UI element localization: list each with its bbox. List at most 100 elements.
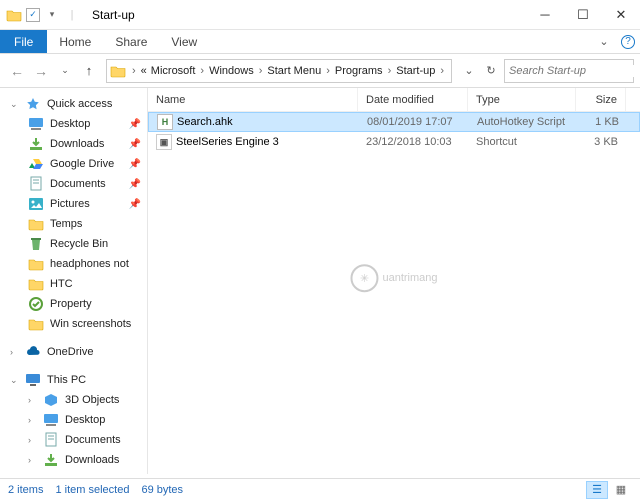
sidebar-item[interactable]: Desktop📌: [0, 114, 147, 134]
sidebar-item[interactable]: Pictures📌: [0, 194, 147, 214]
address-bar[interactable]: › « Microsoft › Windows › Start Menu › P…: [106, 59, 452, 83]
sidebar-item[interactable]: Win screenshots: [0, 314, 147, 334]
sidebar-onedrive[interactable]: › OneDrive: [0, 342, 147, 362]
sidebar-item[interactable]: headphones not: [0, 254, 147, 274]
column-type[interactable]: Type: [468, 88, 576, 111]
sidebar-this-pc[interactable]: ⌄ This PC: [0, 370, 147, 390]
breadcrumb[interactable]: Start Menu: [265, 65, 323, 77]
minimize-button[interactable]: ─: [526, 0, 564, 30]
sidebar-item[interactable]: Recycle Bin: [0, 234, 147, 254]
ribbon-expand-icon[interactable]: ⌄: [592, 30, 616, 53]
sidebar-item[interactable]: Google Drive📌: [0, 154, 147, 174]
sidebar-item[interactable]: › 3D Objects: [0, 390, 147, 410]
sidebar-item[interactable]: › Documents: [0, 430, 147, 450]
sidebar-item-label: Documents: [65, 434, 121, 446]
sidebar-item[interactable]: Downloads 📌: [0, 134, 147, 154]
qat-chevron-icon[interactable]: ▾: [44, 7, 60, 23]
navigation-pane[interactable]: ⌄ Quick access Desktop📌 Downloads 📌 Google …: [0, 88, 148, 474]
sidebar-item[interactable]: ›Downloads: [0, 450, 147, 470]
chevron-right-icon[interactable]: ›: [28, 395, 37, 405]
tab-view[interactable]: View: [159, 30, 209, 53]
recent-locations-button[interactable]: ⌄: [54, 60, 76, 82]
chevron-right-icon[interactable]: ›: [28, 435, 37, 445]
desktop-icon: [43, 412, 59, 428]
sidebar-item[interactable]: ›Desktop: [0, 410, 147, 430]
up-button[interactable]: ↑: [78, 60, 100, 82]
column-size[interactable]: Size: [576, 88, 626, 111]
search-input[interactable]: [509, 65, 640, 77]
properties-icon[interactable]: ✓: [26, 8, 40, 22]
chevron-icon[interactable]: ›: [256, 65, 266, 77]
file-row[interactable]: ▣SteelSeries Engine 323/12/2018 10:03Sho…: [148, 132, 640, 152]
chevron-right-icon[interactable]: ›: [28, 415, 37, 425]
file-row[interactable]: HSearch.ahk08/01/2019 17:07AutoHotkey Sc…: [148, 112, 640, 132]
search-box[interactable]: 🔍: [504, 59, 634, 83]
sidebar-item-label: Quick access: [47, 98, 112, 110]
navigation-bar: ← → ⌄ ↑ › « Microsoft › Windows › Start …: [0, 54, 640, 88]
forward-button[interactable]: →: [30, 60, 52, 82]
3d-icon: [43, 392, 59, 408]
column-headers: Name Date modified Type Size: [148, 88, 640, 112]
sidebar-item-label: Temps: [50, 218, 82, 230]
chevron-down-icon[interactable]: ⌄: [10, 99, 19, 110]
property-icon: [28, 296, 44, 312]
help-icon[interactable]: ?: [616, 30, 640, 53]
address-folder-icon: [109, 62, 127, 80]
downloads-icon: [43, 452, 59, 468]
sidebar-item-label: OneDrive: [47, 346, 93, 358]
back-button[interactable]: ←: [6, 60, 28, 82]
breadcrumb[interactable]: Programs: [333, 65, 385, 77]
window-controls: ─ ☐ ✕: [526, 0, 640, 30]
content-body: ⌄ Quick access Desktop📌 Downloads 📌 Google …: [0, 88, 640, 474]
address-dropdown-icon[interactable]: ⌄: [458, 60, 480, 82]
column-name[interactable]: Name: [148, 88, 358, 111]
sidebar-item-label: Downloads: [50, 138, 104, 150]
sidebar-item-label: 3D Objects: [65, 394, 119, 406]
chevron-icon[interactable]: ›: [197, 65, 207, 77]
sidebar-item-label: HTC: [50, 278, 73, 290]
sidebar-item-label: Property: [50, 298, 92, 310]
sidebar-item-label: Documents: [50, 178, 106, 190]
chevron-down-icon[interactable]: ⌄: [10, 375, 19, 386]
sidebar-item[interactable]: HTC: [0, 274, 147, 294]
music-icon: [43, 472, 59, 474]
documents-icon: [28, 176, 44, 192]
refresh-button[interactable]: ↻: [480, 60, 502, 82]
chevron-icon[interactable]: ›: [437, 65, 447, 77]
desktop-icon: [28, 116, 44, 132]
sidebar-item-label: Desktop: [50, 118, 90, 130]
tab-share[interactable]: Share: [103, 30, 159, 53]
address-actions: ⌄ ↻: [458, 60, 502, 82]
chevron-icon[interactable]: ›: [385, 65, 395, 77]
file-tab[interactable]: File: [0, 30, 47, 53]
breadcrumb[interactable]: Start-up: [394, 65, 437, 77]
close-button[interactable]: ✕: [602, 0, 640, 30]
sidebar-item[interactable]: Temps: [0, 214, 147, 234]
file-list-area[interactable]: Name Date modified Type Size H Search.ahk…: [148, 88, 640, 474]
chevron-icon[interactable]: ›: [129, 65, 139, 77]
sidebar-item[interactable]: ›Music: [0, 470, 147, 474]
window-title: Start-up: [86, 8, 526, 22]
chevron-icon[interactable]: ›: [323, 65, 333, 77]
pin-icon: 📌: [129, 139, 141, 150]
sidebar-item-label: Recycle Bin: [50, 238, 108, 250]
documents-icon: [43, 432, 59, 448]
column-date[interactable]: Date modified: [358, 88, 468, 111]
tab-home[interactable]: Home: [47, 30, 103, 53]
chevron-right-icon[interactable]: ›: [28, 455, 37, 465]
sidebar-quick-access[interactable]: ⌄ Quick access: [0, 94, 147, 114]
breadcrumb[interactable]: Windows: [207, 65, 256, 77]
sidebar-item-label: Win screenshots: [50, 318, 131, 330]
thumbnails-view-button[interactable]: ▦: [610, 481, 632, 499]
details-view-button[interactable]: ☰: [586, 481, 608, 499]
file-name: Search.ahk: [177, 116, 233, 128]
status-bar: 2 items 1 item selected 69 bytes ☰ ▦: [0, 478, 640, 500]
file-icon: H: [157, 114, 173, 130]
breadcrumb-overflow[interactable]: «: [139, 65, 149, 77]
sidebar-item[interactable]: Documents📌: [0, 174, 147, 194]
sidebar-item[interactable]: Property: [0, 294, 147, 314]
maximize-button[interactable]: ☐: [564, 0, 602, 30]
breadcrumb[interactable]: Microsoft: [149, 65, 198, 77]
sidebar-item-label: This PC: [47, 374, 86, 386]
chevron-right-icon[interactable]: ›: [10, 347, 19, 357]
